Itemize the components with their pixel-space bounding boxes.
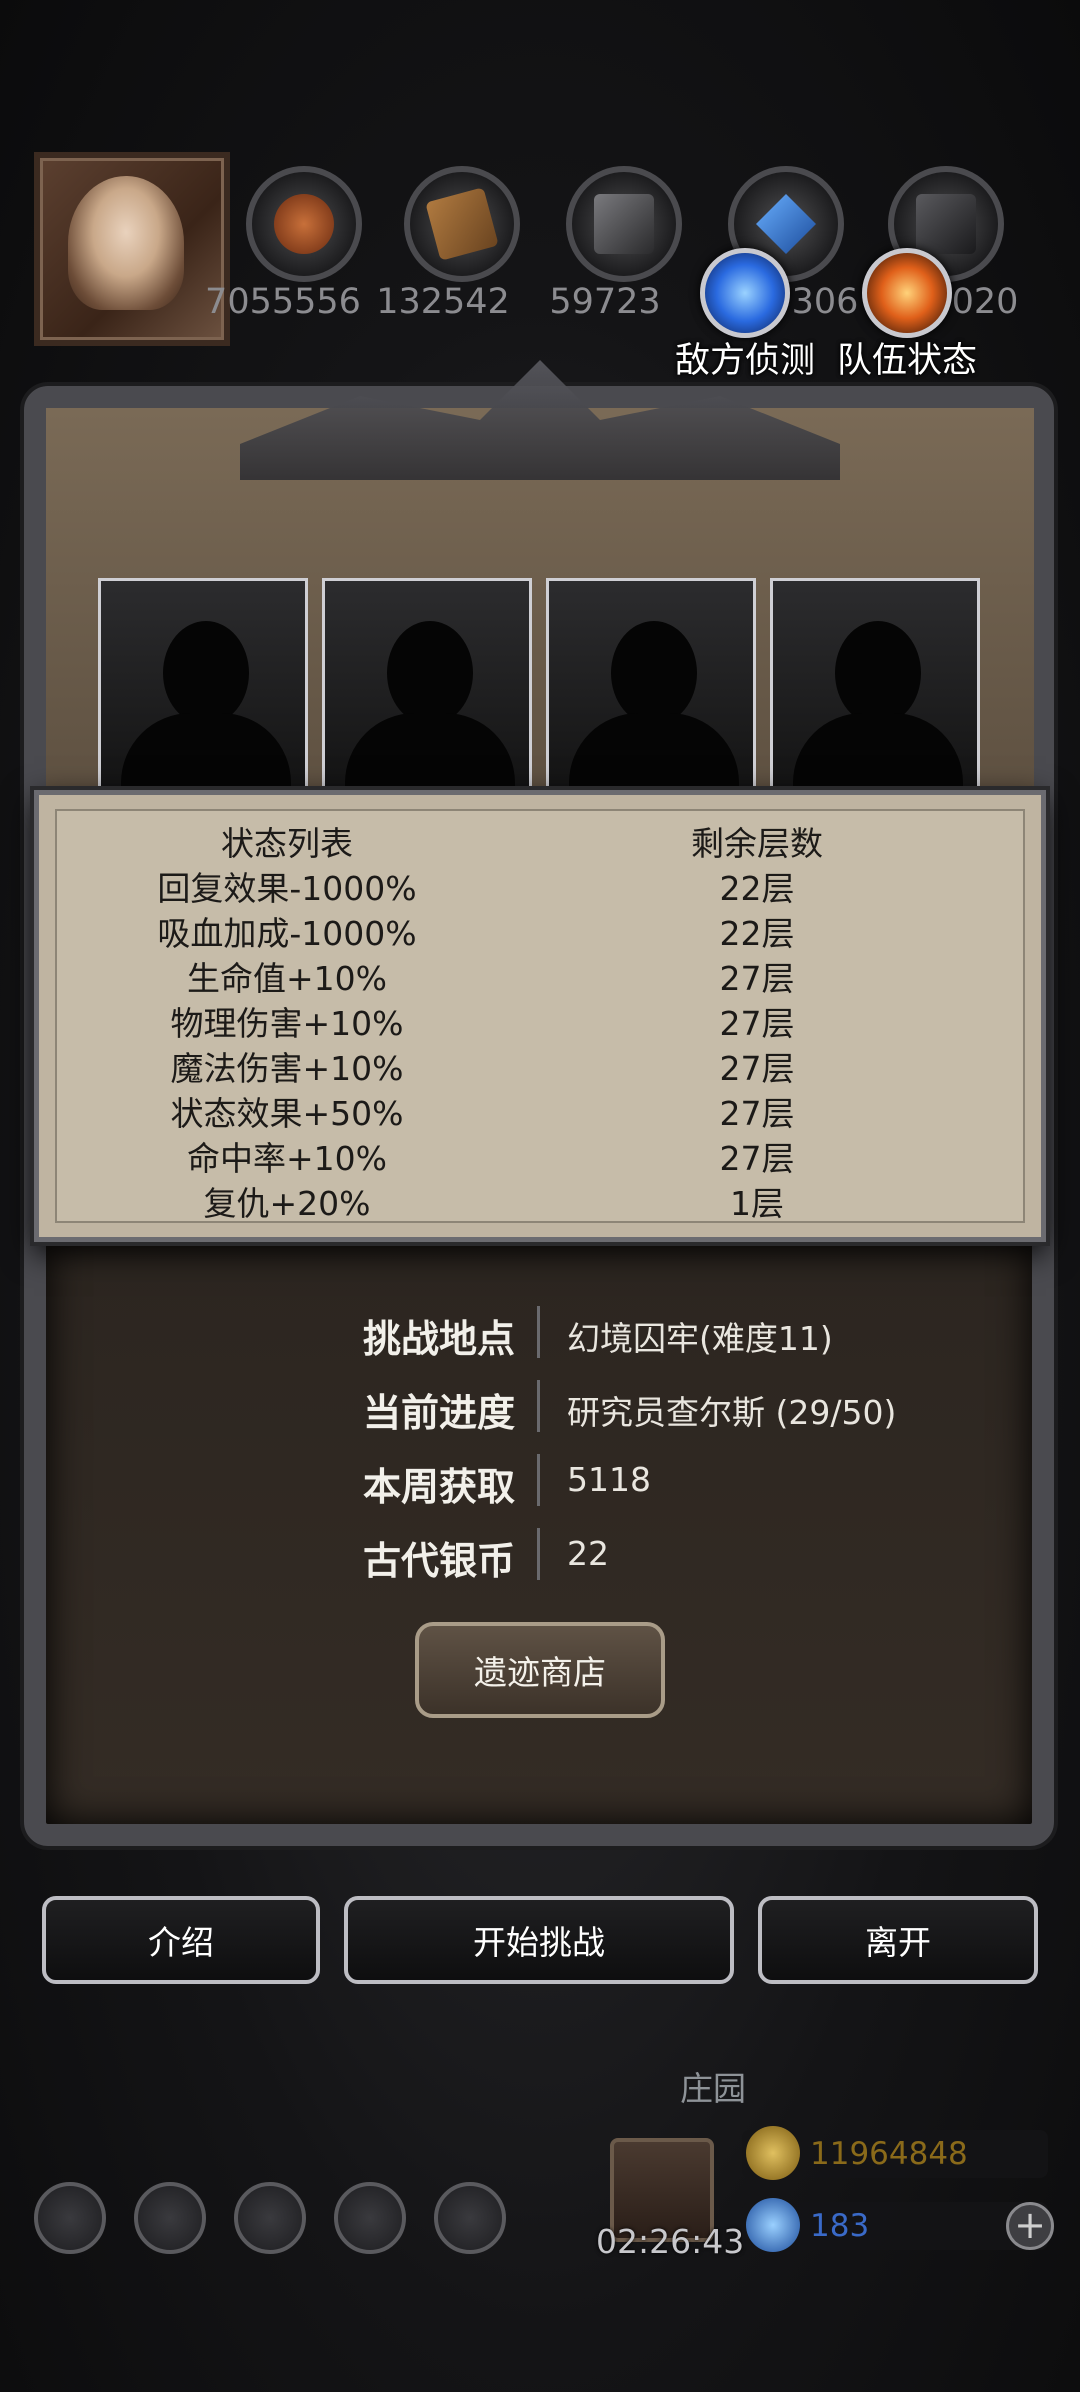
- weekly-value: 5118: [567, 1460, 651, 1499]
- avatar-portrait: [68, 176, 184, 310]
- divider: [537, 1528, 540, 1580]
- status-stacks: 27层: [719, 959, 795, 998]
- status-name: 魔法伤害+10%: [170, 1049, 404, 1088]
- silhouette-icon: [611, 621, 697, 725]
- ruins-shop-button[interactable]: 遗迹商店: [415, 1622, 665, 1718]
- hero-slot-4[interactable]: [770, 578, 980, 818]
- status-row: 吸血加成-1000% 22层: [57, 907, 1023, 953]
- status-stacks: 1层: [730, 1184, 784, 1223]
- status-name: 状态效果+50%: [170, 1094, 404, 1133]
- coin-value: 22: [567, 1534, 609, 1573]
- meat-resource-icon: [246, 166, 362, 282]
- settings-icon[interactable]: [34, 2182, 106, 2254]
- wood-resource-icon: [404, 166, 520, 282]
- start-challenge-button[interactable]: 开始挑战: [344, 1896, 734, 1984]
- status-stacks: 27层: [719, 1004, 795, 1043]
- status-header-stacks: 剩余层数: [691, 824, 823, 863]
- rank-icon[interactable]: [434, 2182, 506, 2254]
- location-value: 幻境囚牢(难度11): [567, 1319, 833, 1358]
- hero-slot-2[interactable]: [322, 578, 532, 818]
- status-row: 物理伤害+10% 27层: [57, 997, 1023, 1043]
- gem-icon: [746, 2198, 800, 2252]
- status-stacks: 27层: [719, 1094, 795, 1133]
- status-row: 回复效果-1000% 22层: [57, 862, 1023, 908]
- silhouette-icon: [387, 621, 473, 725]
- status-name: 回复效果-1000%: [157, 869, 417, 908]
- status-row: 状态效果+50% 27层: [57, 1087, 1023, 1133]
- status-header: 状态列表 剩余层数: [57, 817, 1023, 863]
- leave-button[interactable]: 离开: [758, 1896, 1038, 1984]
- stone-value: 59723: [549, 282, 661, 322]
- status-name: 物理伤害+10%: [170, 1004, 404, 1043]
- location-label: 挑战地点: [362, 1317, 515, 1361]
- enemy-scout-button[interactable]: [700, 248, 790, 338]
- silhouette-icon: [163, 621, 249, 725]
- enemy-scout-label[interactable]: 敌方侦测: [655, 332, 835, 383]
- mail-icon[interactable]: [334, 2182, 406, 2254]
- achievement-icon[interactable]: [134, 2182, 206, 2254]
- status-row: 生命值+10% 27层: [57, 952, 1023, 998]
- status-stacks: 27层: [719, 1049, 795, 1088]
- divider: [537, 1380, 540, 1432]
- add-gems-button[interactable]: +: [1006, 2202, 1054, 2250]
- gold-value: 11964848: [810, 2136, 968, 2172]
- gem-value: 183: [810, 2208, 870, 2244]
- team-status-button[interactable]: [862, 248, 952, 338]
- gift-timer: 02:26:43: [596, 2222, 745, 2261]
- status-name: 命中率+10%: [187, 1139, 387, 1178]
- status-header-name: 状态列表: [221, 824, 353, 863]
- progress-value: 研究员查尔斯 (29/50): [567, 1393, 897, 1432]
- guild-icon[interactable]: [234, 2182, 306, 2254]
- manor-label[interactable]: 庄园: [680, 2062, 746, 2110]
- status-name: 复仇+20%: [203, 1184, 371, 1223]
- status-row: 复仇+20% 1层: [57, 1177, 1023, 1223]
- weekly-label: 本周获取: [362, 1465, 515, 1509]
- progress-label: 当前进度: [362, 1391, 515, 1435]
- status-stacks: 22层: [719, 914, 795, 953]
- status-name: 生命值+10%: [187, 959, 387, 998]
- status-stacks: 22层: [719, 869, 795, 908]
- status-list-popup[interactable]: 状态列表 剩余层数 回复效果-1000% 22层 吸血加成-1000% 22层 …: [34, 790, 1046, 1242]
- status-row: 魔法伤害+10% 27层: [57, 1042, 1023, 1088]
- gold-coin-icon: [746, 2126, 800, 2180]
- hero-slot-1[interactable]: [98, 578, 308, 818]
- hero-slot-3[interactable]: [546, 578, 756, 818]
- status-name: 吸血加成-1000%: [157, 914, 417, 953]
- status-stacks: 27层: [719, 1139, 795, 1178]
- intro-button[interactable]: 介绍: [42, 1896, 320, 1984]
- stone-resource-icon: [566, 166, 682, 282]
- silhouette-icon: [835, 621, 921, 725]
- divider: [537, 1454, 540, 1506]
- coin-label: 古代银币: [362, 1539, 515, 1583]
- divider: [537, 1306, 540, 1358]
- status-row: 命中率+10% 27层: [57, 1132, 1023, 1178]
- team-status-label[interactable]: 队伍状态: [817, 332, 997, 383]
